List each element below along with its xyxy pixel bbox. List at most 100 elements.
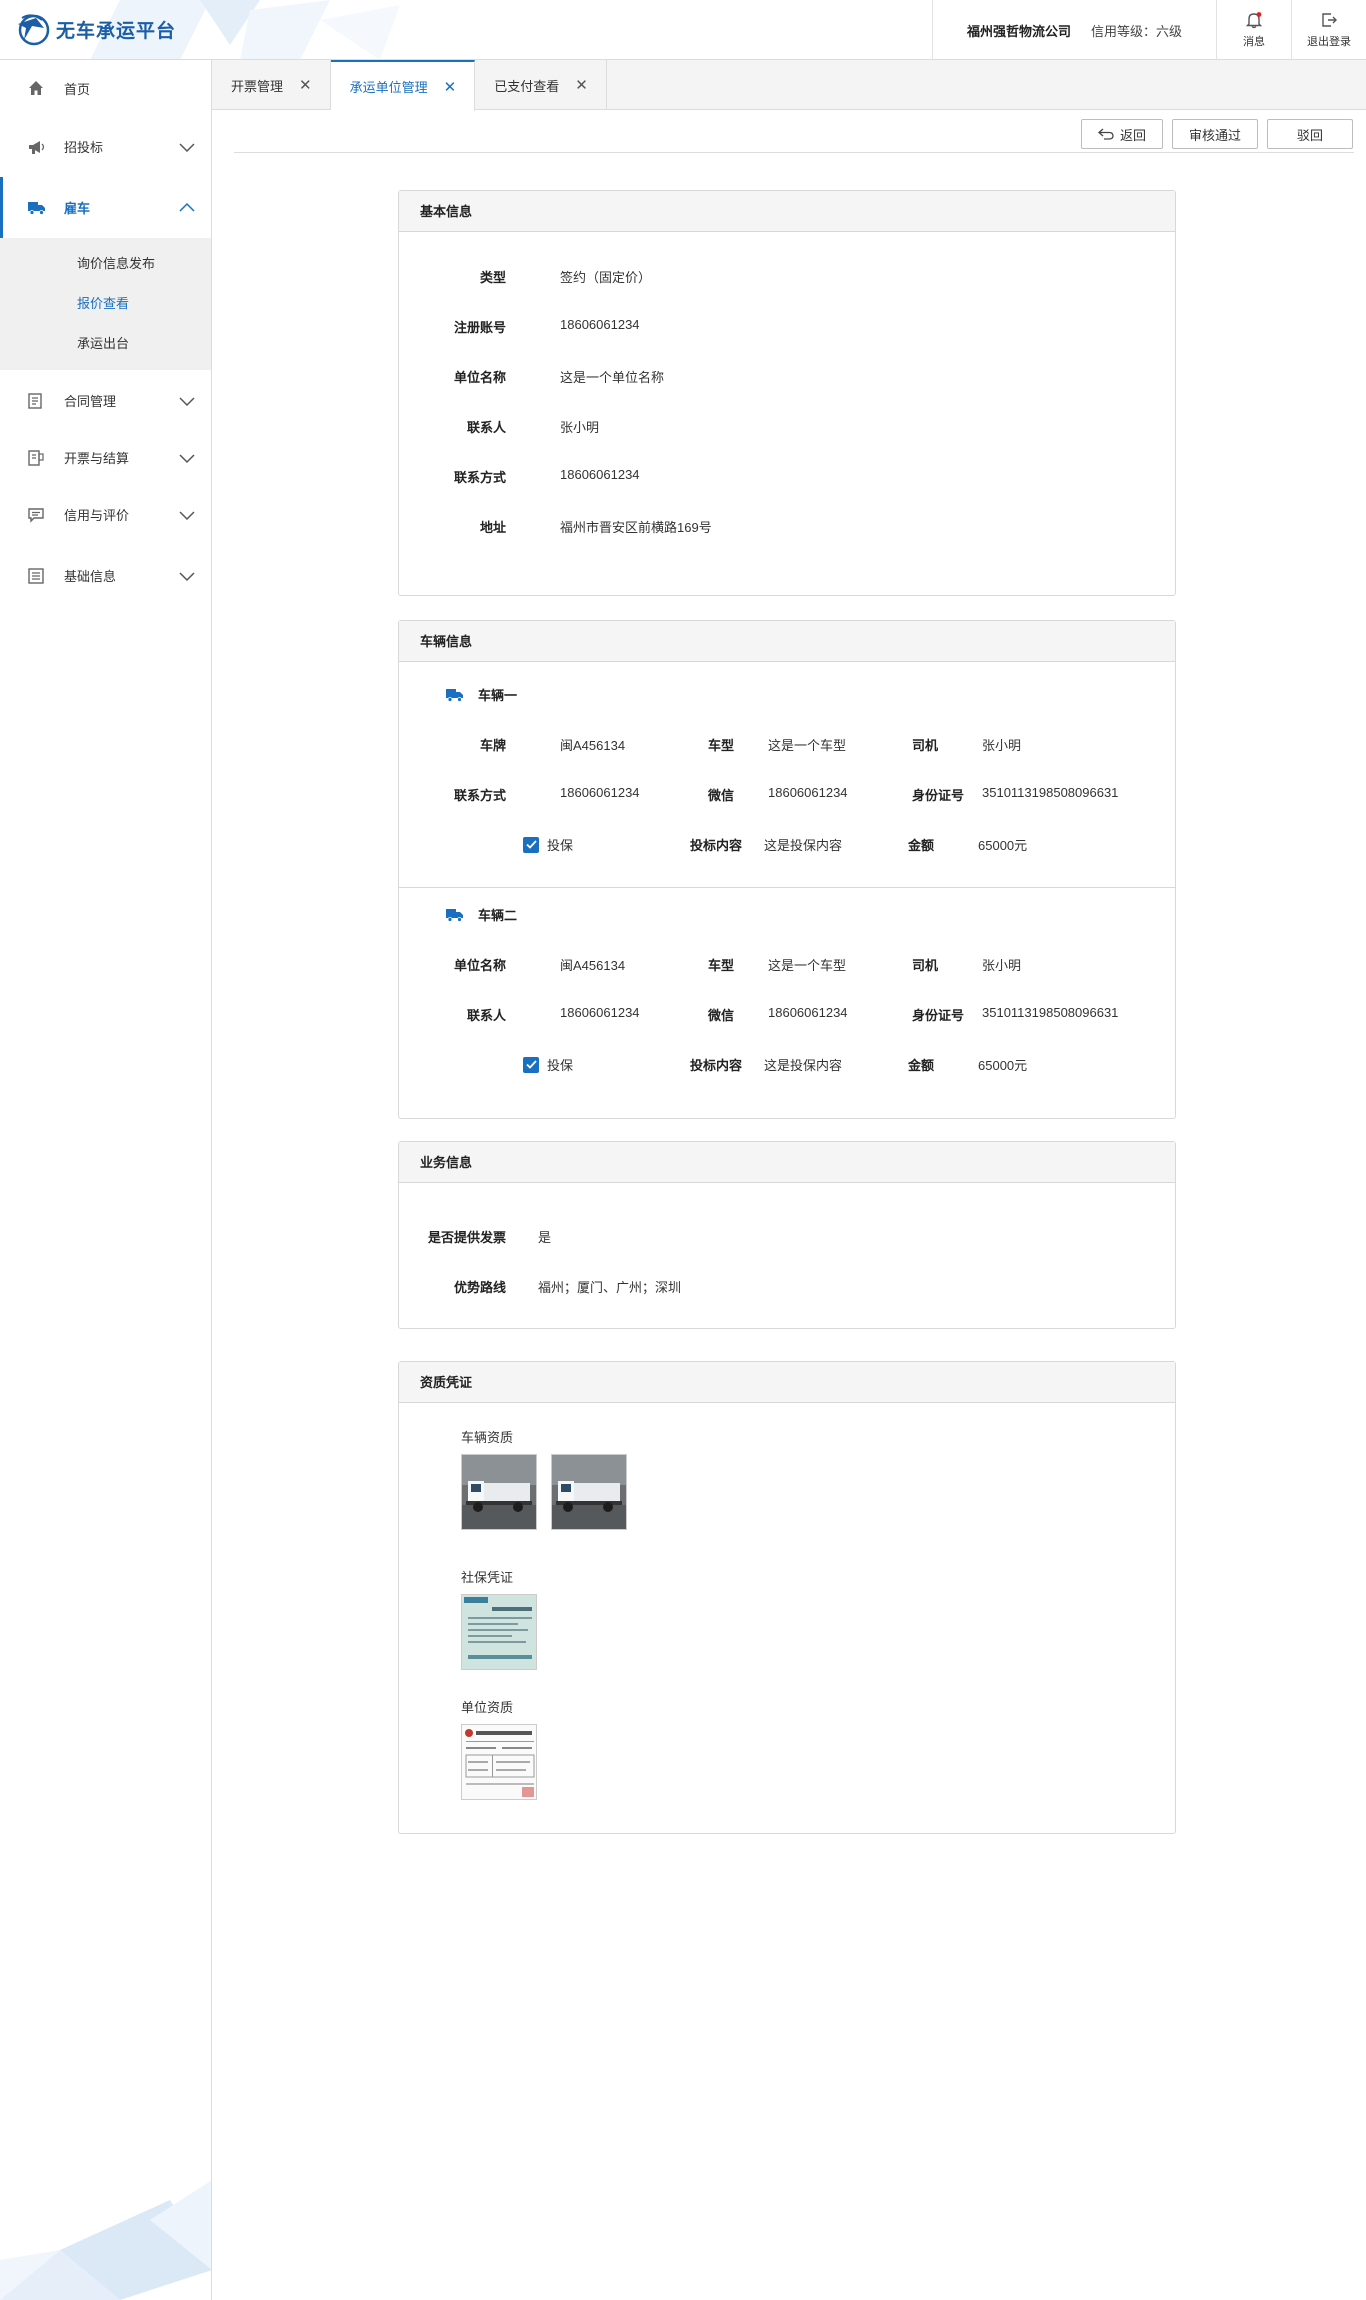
field-label: 联系人 (466, 1008, 506, 1023)
vehicle-row: 车牌 闽A456134 车型 这是一个车型 司机 张小明 (399, 735, 1021, 754)
tab-bar: 开票管理 ✕ 承运单位管理 ✕ 已支付查看 ✕ (212, 60, 1366, 111)
field-value: 张小明 (982, 738, 1022, 753)
submenu-carrier-dispatch[interactable]: 承运出台 (0, 324, 211, 364)
panel-title: 业务信息 (399, 1142, 1175, 1183)
vehicle-divider (399, 887, 1175, 888)
approve-button[interactable]: 审核通过 (1172, 119, 1258, 149)
field-value: 福州；厦门、广州；深圳 (538, 1280, 682, 1295)
qualification-group-label: 车辆资质 (461, 1430, 514, 1445)
info-row: 地址 福州市晋安区前横路169号 (399, 517, 712, 536)
truck-photo-image (462, 1455, 536, 1529)
field-value: 这是一个单位名称 (560, 370, 665, 385)
company-name: 福州强哲物流公司 (966, 23, 1071, 39)
logout-button[interactable]: 退出登录 (1291, 0, 1366, 59)
approve-label: 审核通过 (1189, 127, 1242, 143)
submenu-quote-view[interactable]: 报价查看 (0, 284, 211, 324)
truck-icon (28, 201, 48, 215)
tab-label: 承运单位管理 (349, 80, 428, 95)
reject-button[interactable]: 驳回 (1267, 119, 1353, 149)
basic-info-panel: 基本信息 类型 签约（固定价） 注册账号 18606061234 单位名称 这是… (398, 190, 1176, 596)
panel-title: 基本信息 (399, 191, 1175, 232)
field-value: 张小明 (982, 958, 1022, 973)
field-value: 65000元 (978, 1058, 1028, 1073)
field-label: 司机 (911, 958, 938, 973)
field-label: 联系方式 (453, 788, 506, 803)
submenu-inquiry-publish[interactable]: 询价信息发布 (0, 244, 211, 284)
sidebar-item-contract[interactable]: 合同管理 (0, 372, 211, 429)
tab-label: 开票管理 (231, 78, 284, 94)
close-icon[interactable]: ✕ (299, 76, 312, 94)
sidebar-item-label: 雇车 (64, 201, 91, 216)
action-toolbar: 返回 审核通过 驳回 (1072, 119, 1353, 149)
sidebar-item-label: 信用与评价 (64, 508, 130, 523)
top-header: 无车承运平台 福州强哲物流公司 信用等级：六级 消息 退出登录 (0, 0, 1366, 60)
sidebar-item-label: 基础信息 (64, 569, 117, 584)
megaphone-icon (28, 139, 48, 155)
vehicle-row: 投保 投标内容 这是投保内容 金额 65000元 (523, 1055, 1027, 1074)
vehicle-photo-thumbnail[interactable] (461, 1454, 537, 1530)
document-scan-image (462, 1725, 536, 1799)
vehicle-photo-thumbnail[interactable] (551, 1454, 627, 1530)
sidebar-item-basic-info[interactable]: 基础信息 (0, 543, 211, 608)
field-label: 身份证号 (911, 788, 964, 803)
field-value: 是 (538, 1230, 552, 1245)
sidebar-item-hire-truck[interactable]: 雇车 (0, 177, 211, 238)
sidebar-item-invoice-settlement[interactable]: 开票与结算 (0, 429, 211, 486)
sidebar-item-label: 首页 (64, 81, 91, 97)
reject-label: 驳回 (1296, 127, 1323, 143)
logout-icon (1322, 13, 1337, 27)
field-value: 这是一个车型 (768, 738, 847, 753)
tab-paid-view[interactable]: 已支付查看 ✕ (475, 60, 607, 110)
sidebar-item-credit-review[interactable]: 信用与评价 (0, 486, 211, 543)
field-label: 单位名称 (453, 958, 506, 973)
field-value: 18606061234 (560, 1005, 640, 1020)
info-row: 优势路线 福州；厦门、广州；深圳 (399, 1277, 681, 1296)
insure-checkbox[interactable] (523, 1056, 539, 1073)
message-button[interactable]: 消息 (1216, 0, 1291, 59)
sidebar-item-home[interactable]: 首页 (0, 60, 211, 116)
close-icon[interactable]: ✕ (575, 76, 588, 94)
field-value: 这是一个车型 (768, 958, 847, 973)
social-security-thumbnail[interactable] (461, 1594, 537, 1670)
qualification-group-label: 单位资质 (461, 1700, 514, 1715)
field-value: 18606061234 (560, 317, 640, 332)
qualification-group-label: 社保凭证 (461, 1570, 514, 1585)
check-icon (525, 840, 537, 849)
close-icon[interactable]: ✕ (444, 78, 457, 96)
app-logo[interactable]: 无车承运平台 (14, 10, 176, 48)
back-label: 返回 (1119, 127, 1146, 143)
field-label: 联系人 (466, 420, 506, 435)
field-value: 65000元 (978, 838, 1028, 853)
message-label: 消息 (1243, 36, 1265, 48)
vehicle-info-panel: 车辆信息 车辆一 车牌 闽A456134 车型 这是一个车型 司机 张小明 联系… (398, 620, 1176, 1119)
field-label: 是否提供发票 (427, 1230, 506, 1245)
field-label: 车型 (707, 958, 734, 973)
vehicle-1-title: 车辆一 (446, 685, 517, 704)
field-value: 闽A456134 (560, 738, 626, 753)
sidebar-item-bidding[interactable]: 招投标 (0, 116, 211, 177)
hire-truck-submenu: 询价信息发布 报价查看 承运出台 (0, 238, 211, 370)
contract-icon (28, 392, 48, 409)
info-row: 是否提供发票 是 (399, 1227, 551, 1246)
invoice-icon (28, 449, 48, 466)
sidebar-bottom-decoration (0, 2180, 211, 2300)
field-value: 18606061234 (768, 785, 848, 800)
chevron-down-icon (179, 510, 195, 520)
back-button[interactable]: 返回 (1080, 119, 1163, 149)
tab-carrier-management[interactable]: 承运单位管理 ✕ (330, 60, 476, 111)
logout-label: 退出登录 (1307, 36, 1351, 48)
info-row: 注册账号 18606061234 (399, 317, 640, 336)
company-qualification-thumbnail[interactable] (461, 1724, 537, 1800)
vehicle-row: 投保 投标内容 这是投保内容 金额 65000元 (523, 835, 1027, 854)
field-label: 微信 (707, 788, 734, 803)
business-info-panel: 业务信息 是否提供发票 是 优势路线 福州；厦门、广州；深圳 (398, 1141, 1176, 1329)
tab-label: 已支付查看 (494, 78, 560, 94)
company-info: 福州强哲物流公司 信用等级：六级 (931, 0, 1216, 59)
chevron-down-icon (179, 396, 195, 406)
insure-checkbox[interactable] (523, 836, 539, 853)
logo-icon (18, 14, 50, 46)
field-label: 身份证号 (911, 1008, 964, 1023)
info-row: 单位名称 这是一个单位名称 (399, 367, 664, 386)
tab-invoice-management[interactable]: 开票管理 ✕ (212, 60, 331, 110)
insure-label: 投保 (547, 838, 574, 853)
